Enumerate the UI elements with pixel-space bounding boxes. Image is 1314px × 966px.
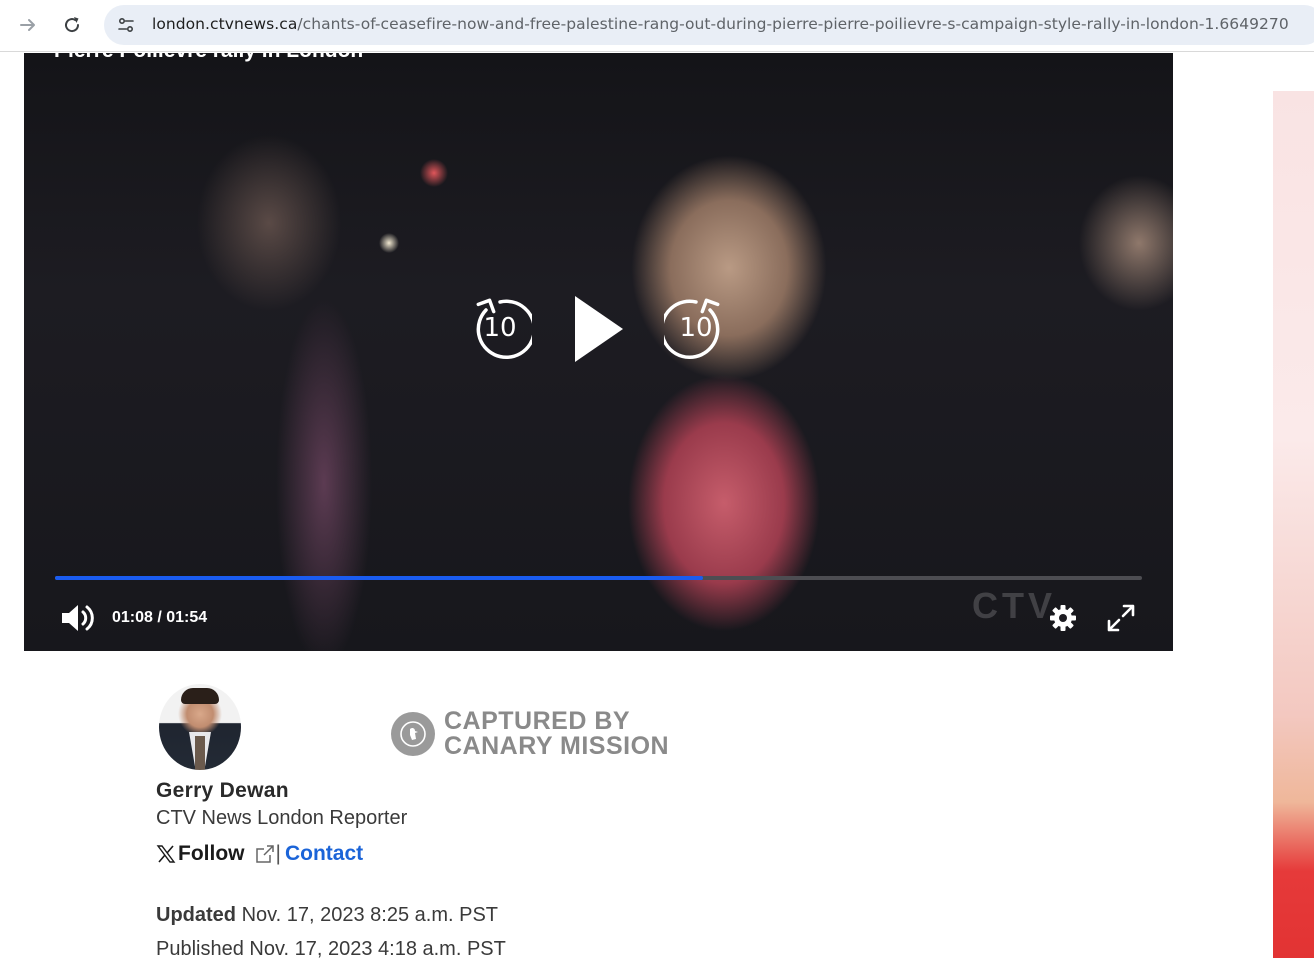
author-social-links: Follow | Contact — [156, 842, 363, 866]
reload-button[interactable] — [56, 9, 88, 41]
follow-link[interactable]: Follow — [178, 842, 245, 866]
progress-bar[interactable] — [55, 576, 1142, 580]
forward-arrow-icon — [20, 19, 35, 31]
video-title: Pierre Poilievre rally in London — [54, 53, 363, 63]
url-path: /chants-of-ceasefire-now-and-free-palest… — [297, 15, 1289, 33]
author-avatar[interactable] — [159, 684, 241, 770]
settings-gear-icon — [1050, 605, 1076, 631]
site-info-icon[interactable] — [114, 13, 138, 37]
updated-label: Updated — [156, 904, 236, 926]
play-icon — [575, 296, 623, 362]
browser-toolbar: london.ctvnews.ca/chants-of-ceasefire-no… — [0, 0, 1314, 52]
settings-button[interactable] — [1046, 601, 1080, 635]
fullscreen-button[interactable] — [1104, 601, 1138, 635]
video-player[interactable]: Pierre Poilievre rally in London CTV 10 … — [24, 53, 1173, 651]
author-name[interactable]: Gerry Dewan — [156, 779, 289, 803]
fullscreen-icon — [1107, 604, 1135, 632]
rewind-10-button[interactable]: 10 — [468, 298, 532, 362]
side-advertisement[interactable] — [1273, 91, 1314, 958]
updated-line: Updated Nov. 17, 2023 8:25 a.m. PST — [156, 898, 506, 932]
canary-mission-badge: CAPTURED BY CANARY MISSION — [391, 709, 669, 759]
published-label: Published — [156, 938, 244, 960]
url-text[interactable]: london.ctvnews.ca/chants-of-ceasefire-no… — [152, 15, 1289, 33]
reload-icon — [65, 17, 80, 33]
forward-10-button[interactable]: 10 — [664, 298, 728, 362]
ctv-watermark: CTV — [972, 585, 1056, 626]
published-line: Published Nov. 17, 2023 4:18 a.m. PST — [156, 932, 506, 966]
contact-link[interactable]: Contact — [285, 842, 363, 866]
rewind-seconds: 10 — [483, 313, 517, 343]
progress-fill — [55, 576, 703, 580]
x-logo-icon[interactable] — [156, 843, 176, 865]
canary-line-2: CANARY MISSION — [444, 732, 670, 760]
canary-bird-icon — [391, 712, 435, 756]
forward-seconds: 10 — [679, 313, 713, 343]
author-role: CTV News London Reporter — [156, 807, 408, 829]
url-domain: london.ctvnews.ca — [152, 15, 298, 33]
time-display: 01:08 / 01:54 — [112, 609, 208, 626]
published-value: Nov. 17, 2023 4:18 a.m. PST — [249, 938, 506, 960]
article-dates: Updated Nov. 17, 2023 8:25 a.m. PST Publ… — [156, 898, 506, 966]
address-bar[interactable]: london.ctvnews.ca/chants-of-ceasefire-no… — [104, 5, 1314, 45]
canary-line-1: CAPTURED BY — [444, 707, 631, 735]
forward-button[interactable] — [12, 9, 44, 41]
external-link-icon — [254, 843, 276, 865]
volume-icon — [62, 605, 94, 631]
updated-value: Nov. 17, 2023 8:25 a.m. PST — [241, 904, 498, 926]
play-button[interactable] — [571, 293, 627, 365]
link-separator: | — [275, 842, 281, 865]
volume-button[interactable] — [59, 601, 99, 635]
